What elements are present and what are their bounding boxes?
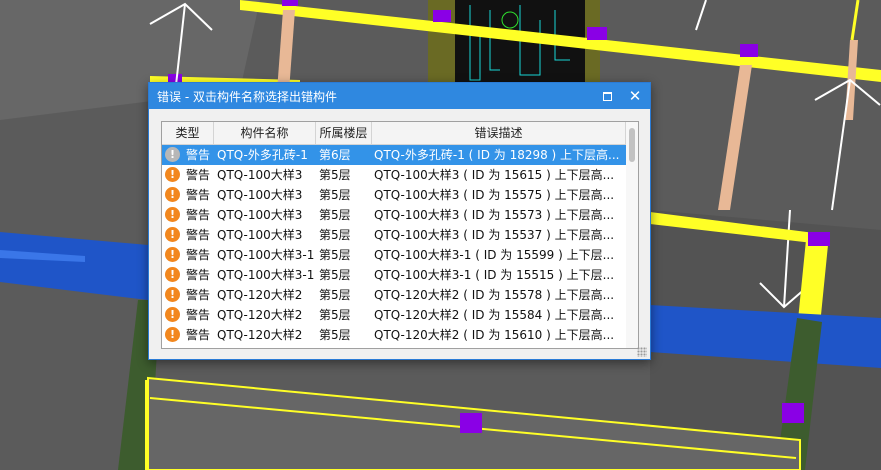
table-header: 类型 构件名称 所属楼层 错误描述 <box>162 122 626 145</box>
row-component-name[interactable]: QTQ-外多孔砖-1 <box>217 145 317 165</box>
column-cap <box>282 0 298 6</box>
row-component-name[interactable]: QTQ-120大样2 <box>217 285 317 305</box>
row-component-name[interactable]: QTQ-120大样2 <box>217 305 317 325</box>
table-row[interactable]: ! 警告 QTQ-外多孔砖-1 第6层 QTQ-外多孔砖-1 ( ID 为 18… <box>162 145 626 165</box>
warning-icon: ! <box>165 267 181 283</box>
warning-icon: ! <box>165 167 181 183</box>
warning-icon: ! <box>165 207 181 223</box>
dialog-title: 错误 - 双击构件名称选择出错构件 <box>157 90 337 104</box>
column-cap <box>433 10 451 22</box>
warning-icon: ! <box>165 147 181 163</box>
row-component-name[interactable]: QTQ-120大样2 <box>217 325 317 345</box>
warning-icon: ! <box>165 287 181 303</box>
row-type: 警告 <box>186 208 211 222</box>
column-header-name[interactable]: 构件名称 <box>214 122 316 144</box>
table-row[interactable]: ! 警告 QTQ-100大样3 第5层 QTQ-100大样3 ( ID 为 15… <box>162 165 626 185</box>
row-type: 警告 <box>186 288 211 302</box>
row-floor: 第5层 <box>319 208 351 222</box>
column-cap <box>740 44 758 57</box>
row-component-name[interactable]: QTQ-100大样3-1 <box>217 265 317 285</box>
table-row[interactable]: ! 警告 QTQ-120大样2 第5层 QTQ-120大样2 ( ID 为 15… <box>162 305 626 325</box>
row-error-description: QTQ-100大样3 ( ID 为 15575 ) 上下层高... <box>374 188 615 202</box>
row-floor: 第5层 <box>319 168 351 182</box>
close-button[interactable]: ✕ <box>625 86 645 106</box>
table-row[interactable]: ! 警告 QTQ-100大样3-1 第5层 QTQ-100大样3-1 ( ID … <box>162 265 626 285</box>
row-error-description: QTQ-100大样3-1 ( ID 为 15515 ) 上下层... <box>374 268 615 282</box>
table-row[interactable]: ! 警告 QTQ-100大样3 第5层 QTQ-100大样3 ( ID 为 15… <box>162 225 626 245</box>
column-cap <box>782 403 804 423</box>
row-type: 警告 <box>186 148 211 162</box>
column-cap <box>460 413 482 433</box>
resize-grip-icon[interactable] <box>637 347 647 357</box>
row-type: 警告 <box>186 228 211 242</box>
row-type: 警告 <box>186 248 211 262</box>
row-type: 警告 <box>186 328 211 342</box>
row-type: 警告 <box>186 168 211 182</box>
maximize-icon <box>602 92 612 101</box>
row-floor: 第5层 <box>319 288 351 302</box>
row-floor: 第5层 <box>319 228 351 242</box>
row-type: 警告 <box>186 308 211 322</box>
warning-icon: ! <box>165 327 181 343</box>
warning-icon: ! <box>165 247 181 263</box>
table-row[interactable]: ! 警告 QTQ-120大样2 第5层 QTQ-120大样2 ( ID 为 15… <box>162 285 626 305</box>
row-error-description: QTQ-100大样3 ( ID 为 15615 ) 上下层高... <box>374 168 615 182</box>
row-floor: 第5层 <box>319 248 351 262</box>
row-type: 警告 <box>186 268 211 282</box>
column-header-description[interactable]: 错误描述 <box>372 122 626 144</box>
table-row[interactable]: ! 警告 QTQ-120大样2 第5层 QTQ-120大样2 ( ID 为 15… <box>162 325 626 345</box>
row-component-name[interactable]: QTQ-100大样3 <box>217 225 317 245</box>
column-cap <box>587 27 607 40</box>
row-error-description: QTQ-100大样3 ( ID 为 15573 ) 上下层高... <box>374 208 615 222</box>
table-row[interactable]: ! 警告 QTQ-100大样3-1 第5层 QTQ-100大样3-1 ( ID … <box>162 245 626 265</box>
row-error-description: QTQ-120大样2 ( ID 为 15578 ) 上下层高... <box>374 288 615 302</box>
error-table: 类型 构件名称 所属楼层 错误描述 ! 警告 QTQ-外多孔砖-1 第6层 QT… <box>161 121 639 349</box>
column-cap <box>808 232 830 246</box>
scrollbar-thumb[interactable] <box>629 128 635 162</box>
row-component-name[interactable]: QTQ-100大样3 <box>217 205 317 225</box>
vertical-scrollbar[interactable] <box>626 122 638 348</box>
row-floor: 第5层 <box>319 308 351 322</box>
row-error-description: QTQ-120大样2 ( ID 为 15610 ) 上下层高... <box>374 328 615 342</box>
row-error-description: QTQ-100大样3 ( ID 为 15537 ) 上下层高... <box>374 228 615 242</box>
row-error-description: QTQ-外多孔砖-1 ( ID 为 18298 ) 上下层高... <box>374 148 620 162</box>
row-error-description: QTQ-120大样2 ( ID 为 15584 ) 上下层高... <box>374 308 615 322</box>
warning-icon: ! <box>165 187 181 203</box>
row-component-name[interactable]: QTQ-100大样3 <box>217 185 317 205</box>
maximize-button[interactable] <box>597 86 617 106</box>
dialog-titlebar[interactable]: 错误 - 双击构件名称选择出错构件 ✕ <box>149 83 650 109</box>
row-floor: 第5层 <box>319 268 351 282</box>
row-error-description: QTQ-100大样3-1 ( ID 为 15599 ) 上下层... <box>374 248 615 262</box>
error-dialog: 错误 - 双击构件名称选择出错构件 ✕ 类型 构件名称 所属楼层 错误描述 ! … <box>148 82 651 360</box>
table-row[interactable]: ! 警告 QTQ-100大样3 第5层 QTQ-100大样3 ( ID 为 15… <box>162 185 626 205</box>
row-floor: 第5层 <box>319 188 351 202</box>
row-floor: 第5层 <box>319 328 351 342</box>
row-type: 警告 <box>186 188 211 202</box>
column-header-type[interactable]: 类型 <box>162 122 214 144</box>
row-component-name[interactable]: QTQ-100大样3-1 <box>217 245 317 265</box>
warning-icon: ! <box>165 307 181 323</box>
column-header-floor[interactable]: 所属楼层 <box>316 122 372 144</box>
column-cap <box>168 74 182 82</box>
row-floor: 第6层 <box>319 148 351 162</box>
table-row[interactable]: ! 警告 QTQ-100大样3 第5层 QTQ-100大样3 ( ID 为 15… <box>162 205 626 225</box>
warning-icon: ! <box>165 227 181 243</box>
row-component-name[interactable]: QTQ-100大样3 <box>217 165 317 185</box>
